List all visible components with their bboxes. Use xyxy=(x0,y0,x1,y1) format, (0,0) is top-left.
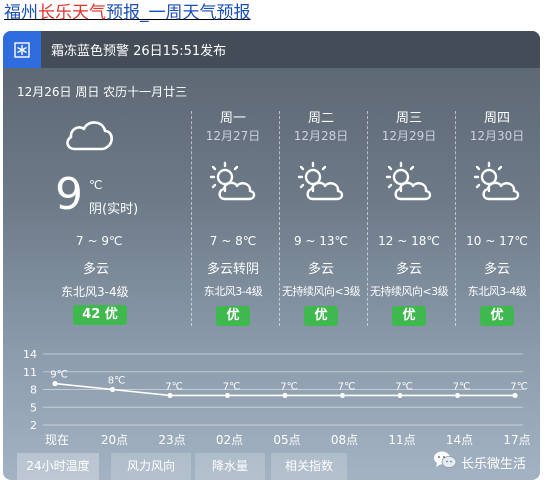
title-keyword: 长乐天气 xyxy=(38,3,106,23)
x-tick-label: 05点 xyxy=(273,433,300,447)
cloudy-icon xyxy=(63,117,115,157)
forecast-aqi-badge[interactable]: 优 xyxy=(392,306,426,326)
x-tick-label: 14点 xyxy=(446,433,473,447)
temperature-point xyxy=(52,380,58,387)
temperature-point-label: 7℃ xyxy=(338,381,356,392)
temperature-point xyxy=(397,392,403,399)
forecast-day-3[interactable]: 周三 12月29日 12 ~ 18℃ 多云 无持续风向<3级 优 xyxy=(367,107,451,327)
temperature-point-label: 7℃ xyxy=(223,381,241,392)
forecast-date: 12月27日 xyxy=(205,129,261,143)
forecast-wind: 东北风3-4级 xyxy=(467,285,527,298)
weather-widget: 霜冻蓝色预警 26日15:51发布 12月26日 周日 农历十一月廿三 9 ℃ … xyxy=(3,31,540,480)
temperature-point-label: 9℃ xyxy=(50,370,68,381)
x-tick-label: 08点 xyxy=(331,433,358,447)
today-wind: 东北风3-4级 xyxy=(61,285,129,299)
wechat-icon xyxy=(433,450,457,474)
x-tick-label: 11点 xyxy=(388,433,415,447)
partly-cloudy-icon xyxy=(383,159,435,209)
temperature-point-label: 8℃ xyxy=(108,376,126,387)
forecast-condition: 多云 xyxy=(483,262,510,277)
page-title-link[interactable]: 福州长乐天气预报_一周天气预报 xyxy=(4,2,251,24)
today-aqi-badge[interactable]: 42 优 xyxy=(73,305,127,325)
forecast-date: 12月29日 xyxy=(381,129,437,143)
forecast-weekday: 周四 xyxy=(483,111,510,126)
y-tick-label: 5 xyxy=(30,401,37,414)
forecast-weekday: 周一 xyxy=(219,111,246,126)
forecast-condition: 多云 xyxy=(307,262,334,277)
x-tick-label: 23点 xyxy=(158,433,185,447)
temperature-point-label: 7℃ xyxy=(453,381,471,392)
partly-cloudy-icon xyxy=(295,159,347,209)
frost-warning-icon xyxy=(3,31,41,68)
forecast-date: 12月28日 xyxy=(293,129,349,143)
tab-24h-temperature[interactable]: 24小时温度 xyxy=(17,453,99,480)
x-tick-label: 20点 xyxy=(101,433,128,447)
temperature-point-label: 7℃ xyxy=(510,381,528,392)
tab-related-index[interactable]: 相关指数 xyxy=(271,453,347,480)
forecast-temperature-range: 7 ~ 8℃ xyxy=(209,234,257,248)
tab-precipitation[interactable]: 降水量 xyxy=(195,453,265,480)
current-temperature: 9 xyxy=(55,169,83,220)
temperature-point xyxy=(512,392,518,399)
alert-text: 霜冻蓝色预警 26日15:51发布 xyxy=(51,44,227,59)
y-tick-label: 2 xyxy=(30,419,37,432)
tab-wind[interactable]: 风力风向 xyxy=(111,453,191,480)
wechat-account[interactable]: 长乐微生活 xyxy=(433,451,526,473)
forecast-aqi-badge[interactable]: 优 xyxy=(304,306,338,326)
temperature-point xyxy=(454,392,461,399)
title-suffix: 预报_一周天气预报 xyxy=(106,3,251,23)
partly-cloudy-icon xyxy=(207,159,259,209)
forecast-wind: 无持续风向<3级 xyxy=(369,285,449,298)
alert-bar[interactable]: 霜冻蓝色预警 26日15:51发布 xyxy=(3,31,540,68)
wechat-account-name: 长乐微生活 xyxy=(461,456,527,472)
temperature-point xyxy=(339,392,346,399)
today-condition: 多云 xyxy=(83,262,110,277)
current-condition: 阴(实时) xyxy=(89,202,139,217)
title-city: 福州 xyxy=(4,3,38,23)
temperature-point xyxy=(282,392,288,399)
forecast-aqi-badge[interactable]: 优 xyxy=(480,306,514,326)
y-tick-label: 14 xyxy=(23,348,37,361)
forecast-date: 12月30日 xyxy=(469,129,525,143)
temperature-point-label: 7℃ xyxy=(165,381,183,392)
temperature-point-label: 7℃ xyxy=(280,381,298,392)
today-temperature-range: 7 ~ 9℃ xyxy=(76,234,123,248)
y-tick-label: 8 xyxy=(30,384,37,397)
temperature-unit: ℃ xyxy=(89,178,103,192)
today-date-line: 12月26日 周日 农历十一月廿三 xyxy=(17,85,188,99)
temperature-point xyxy=(109,386,116,393)
forecast-condition: 多云 xyxy=(395,262,422,277)
forecast-aqi-badge[interactable]: 优 xyxy=(216,306,250,326)
forecast-day-4[interactable]: 周四 12月30日 10 ~ 17℃ 多云 东北风3-4级 优 xyxy=(455,107,539,327)
forecast-wind: 东北风3-4级 xyxy=(203,285,263,298)
forecast-temperature-range: 12 ~ 18℃ xyxy=(378,234,440,248)
temperature-point xyxy=(167,392,173,399)
forecast-condition: 多云转阴 xyxy=(206,262,259,277)
forecast-day-1[interactable]: 周一 12月27日 7 ~ 8℃ 多云转阴 东北风3-4级 优 xyxy=(191,107,275,327)
temperature-point-label: 7℃ xyxy=(395,381,413,392)
forecast-weekday: 周二 xyxy=(307,111,334,126)
forecast-weekday: 周三 xyxy=(395,111,422,126)
temperature-point xyxy=(224,392,231,399)
forecast-temperature-range: 9 ~ 13℃ xyxy=(293,234,349,248)
forecast-wind: 无持续风向<3级 xyxy=(281,285,361,298)
y-tick-label: 11 xyxy=(23,366,37,379)
forecast-day-2[interactable]: 周二 12月28日 9 ~ 13℃ 多云 无持续风向<3级 优 xyxy=(279,107,363,327)
forecast-temperature-range: 10 ~ 17℃ xyxy=(466,234,528,248)
x-tick-label: 现在 xyxy=(45,433,69,447)
x-tick-label: 02点 xyxy=(216,433,243,447)
x-tick-label: 17点 xyxy=(503,433,530,447)
partly-cloudy-icon xyxy=(471,159,523,209)
hourly-temperature-chart: 14 11 8 5 2 9℃ 现在 8℃ 20点 7℃ 23点 7℃ 02点 7℃ 05点 7℃ 08点 7℃ 11… xyxy=(23,348,531,447)
